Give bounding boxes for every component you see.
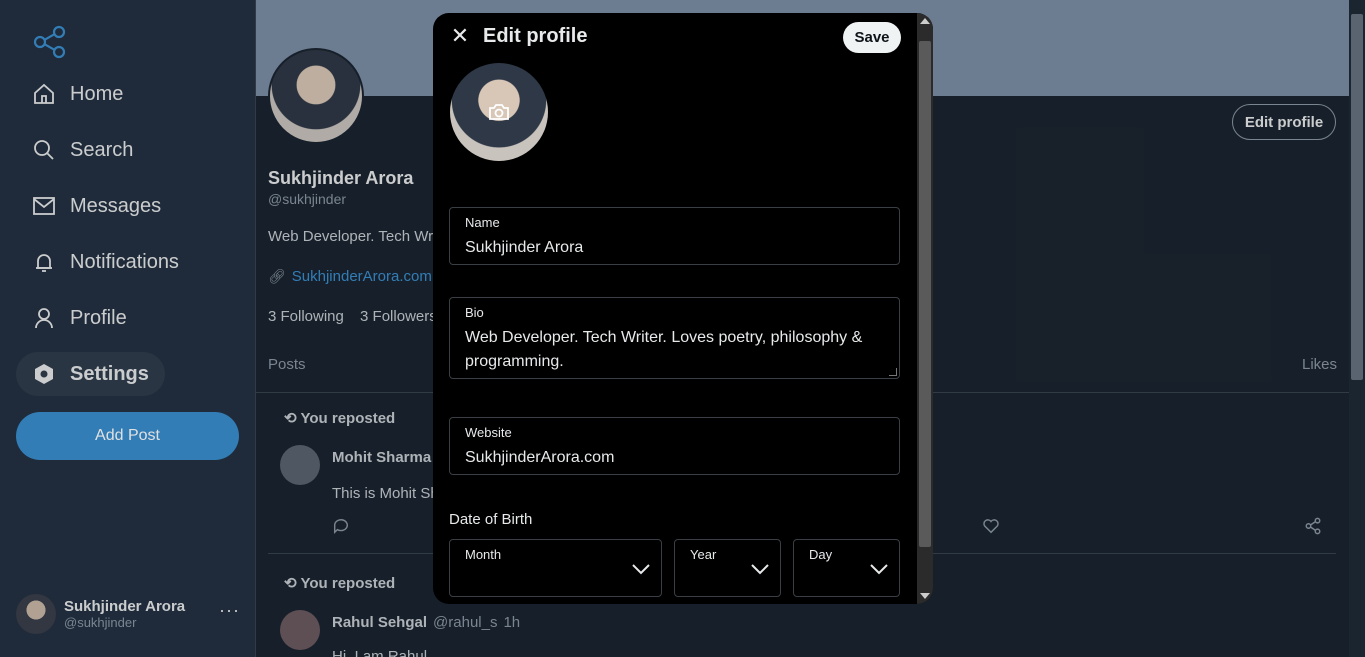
day-select[interactable]: Day: [793, 539, 900, 597]
scrollbar-thumb[interactable]: [1351, 14, 1363, 380]
chevron-down-icon: [751, 564, 769, 575]
name-field[interactable]: Name Sukhjinder Arora: [449, 207, 900, 265]
camera-icon: [489, 104, 509, 120]
name-input[interactable]: Sukhjinder Arora: [465, 236, 885, 260]
scroll-up-arrow[interactable]: [920, 18, 930, 24]
resize-handle[interactable]: [889, 368, 897, 376]
bio-label: Bio: [465, 305, 484, 320]
page-scrollbar[interactable]: [1349, 0, 1365, 657]
scroll-down-arrow[interactable]: [920, 593, 930, 599]
year-select[interactable]: Year: [674, 539, 781, 597]
day-label: Day: [809, 547, 833, 562]
close-icon[interactable]: ✕: [449, 25, 471, 47]
edit-profile-dialog: ✕ Edit profile Save Name Sukhjinder Aror…: [433, 13, 933, 604]
dialog-scrollbar[interactable]: [917, 13, 933, 604]
scrollbar-thumb[interactable]: [919, 41, 931, 547]
website-label: Website: [465, 425, 512, 440]
dialog-title: Edit profile: [483, 25, 588, 47]
bio-textarea[interactable]: Web Developer. Tech Writer. Loves poetry…: [465, 326, 885, 374]
website-input[interactable]: SukhjinderArora.com: [465, 446, 885, 470]
website-field[interactable]: Website SukhjinderArora.com: [449, 417, 900, 475]
chevron-down-icon: [632, 564, 650, 575]
chevron-down-icon: [870, 564, 888, 575]
dob-label: Date of Birth: [449, 511, 533, 528]
dialog-header: ✕ Edit profile Save: [433, 13, 917, 61]
bio-field[interactable]: Bio Web Developer. Tech Writer. Loves po…: [449, 297, 900, 379]
avatar-upload[interactable]: [450, 63, 548, 161]
year-label: Year: [690, 547, 717, 562]
month-label: Month: [465, 547, 502, 562]
save-button[interactable]: Save: [843, 22, 901, 53]
name-label: Name: [465, 215, 500, 230]
month-select[interactable]: Month: [449, 539, 662, 597]
